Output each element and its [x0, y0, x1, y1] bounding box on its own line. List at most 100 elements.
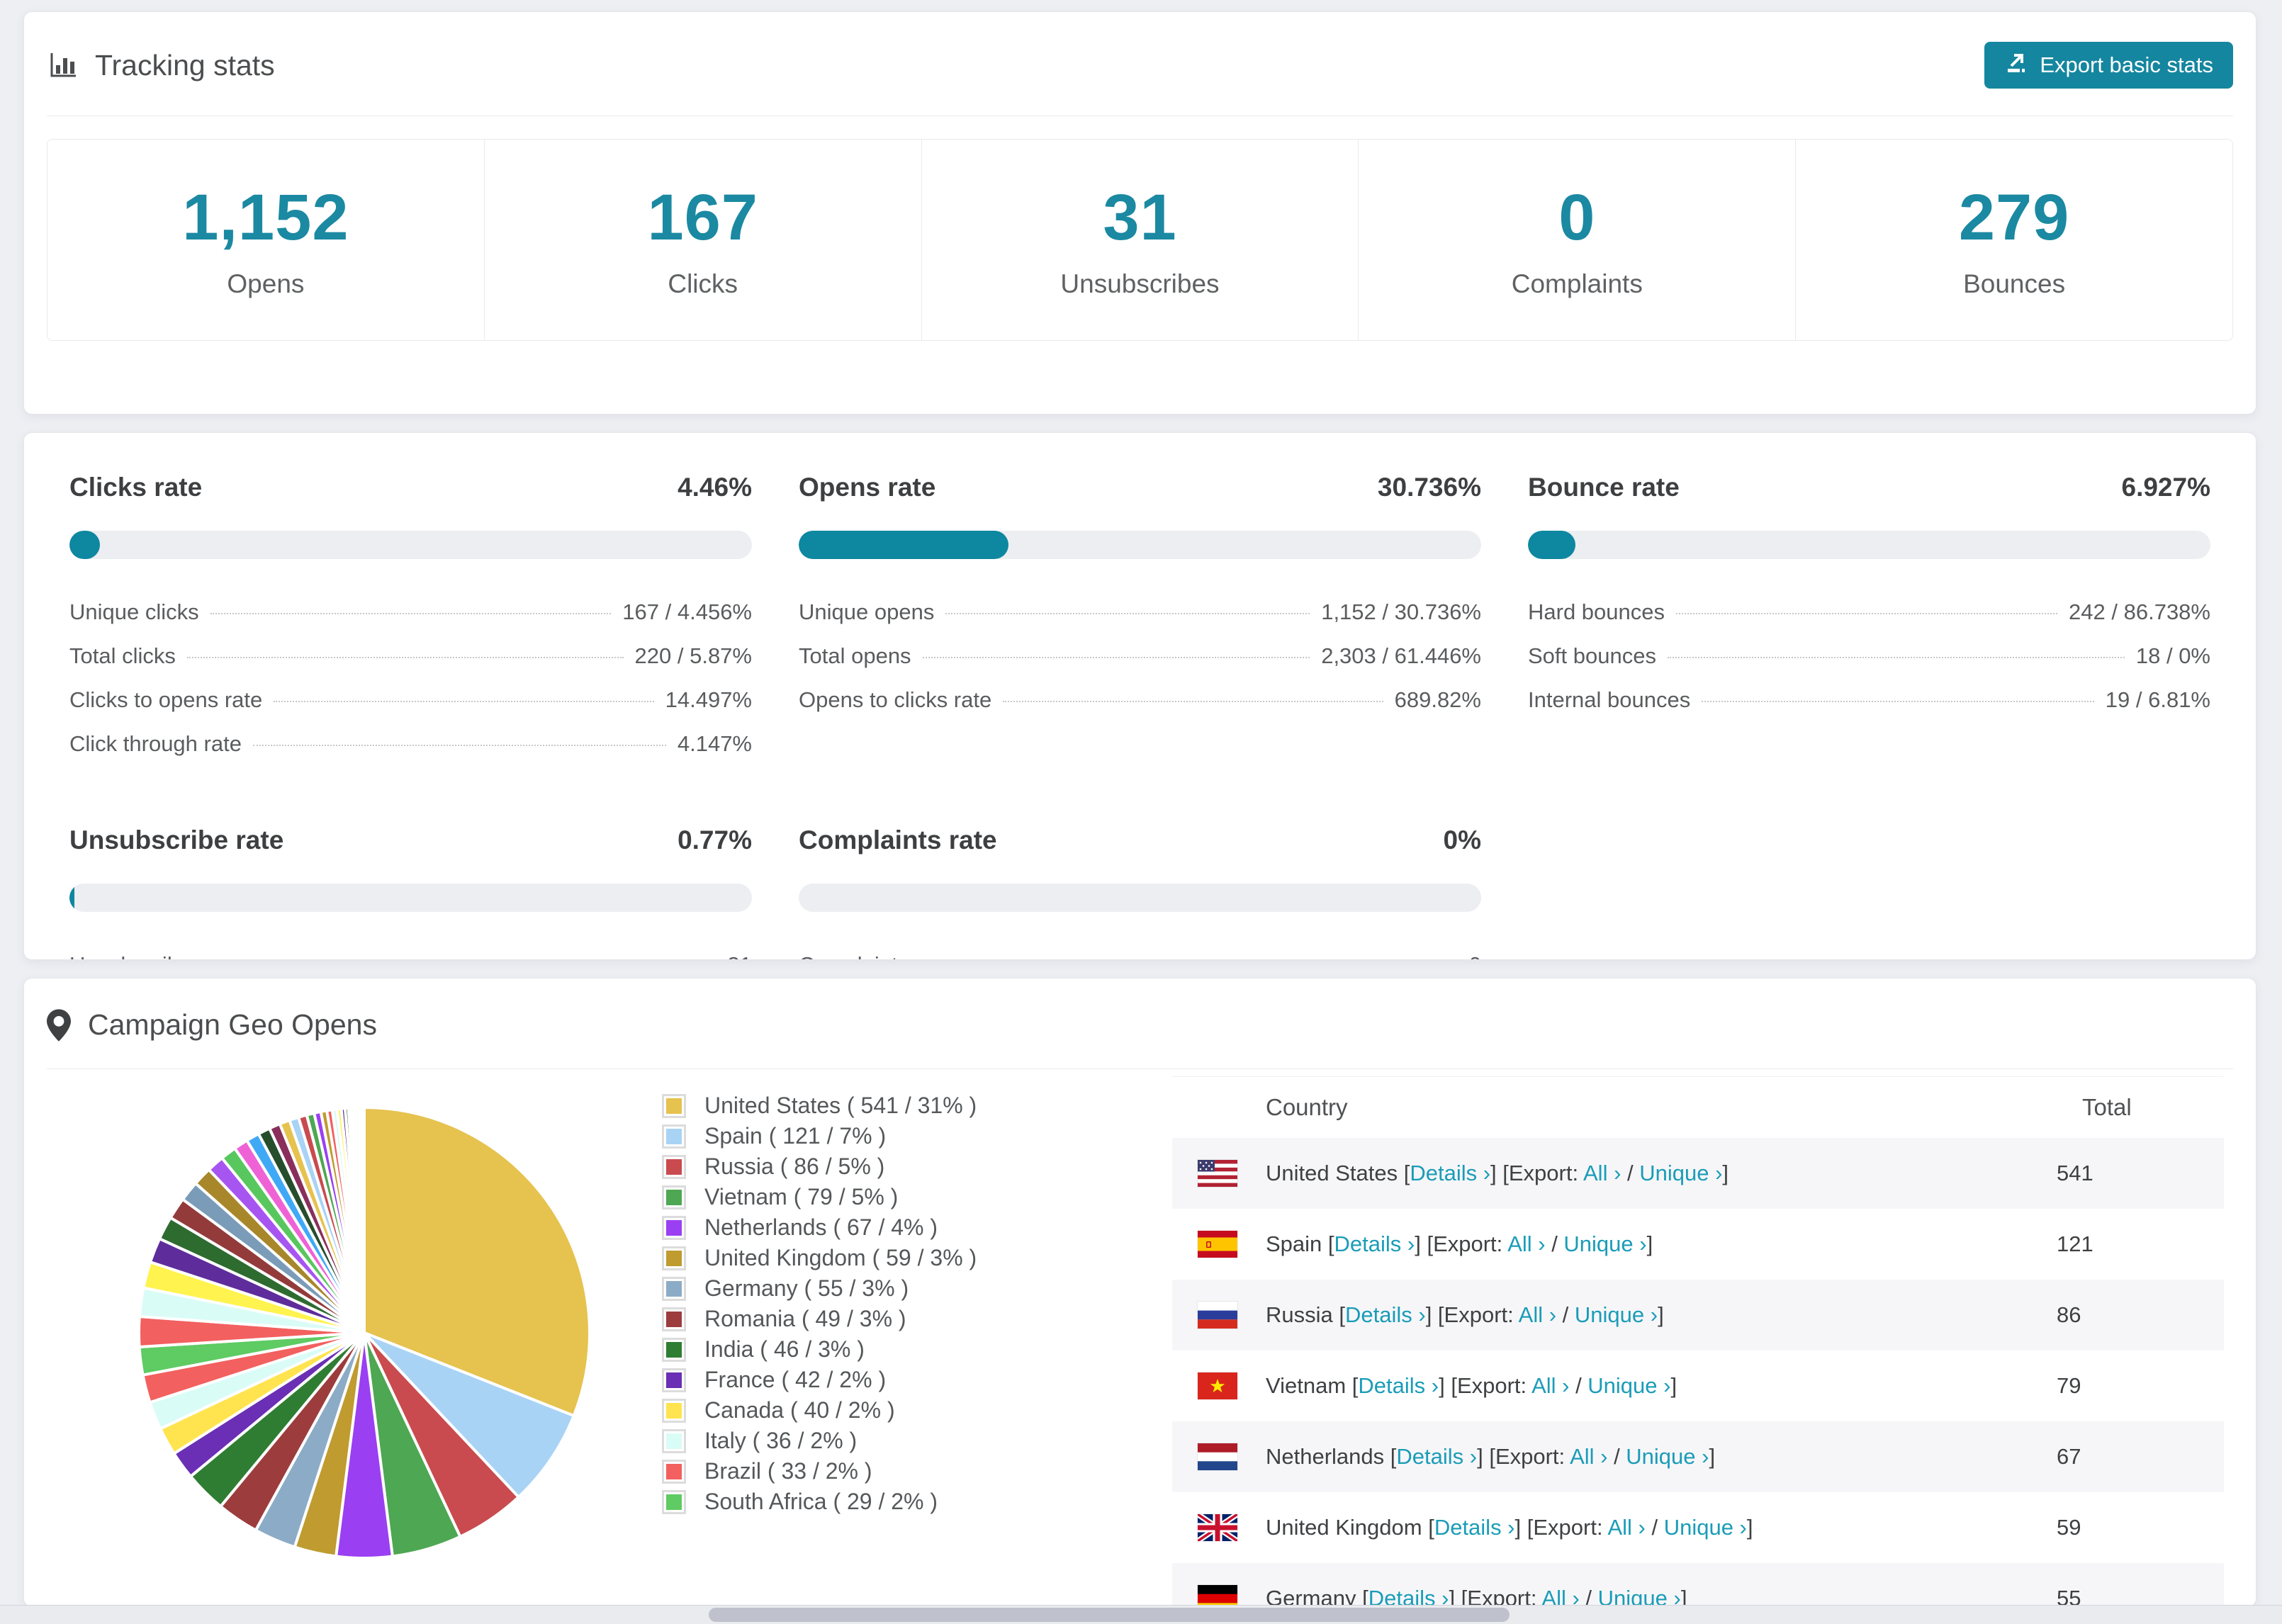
legend-swatch: [662, 1338, 686, 1362]
legend-label: Germany ( 55 / 3% ): [704, 1275, 909, 1302]
export-unique-link[interactable]: Unique ›: [1664, 1515, 1747, 1540]
rate-detail-label: Opens to clicks rate: [799, 687, 991, 713]
export-basic-stats-button[interactable]: Export basic stats: [1984, 42, 2233, 89]
details-link[interactable]: Details ›: [1358, 1373, 1439, 1398]
legend-swatch: [662, 1246, 686, 1270]
table-row-es: Spain [Details ›] [Export: All › / Uniqu…: [1172, 1209, 2224, 1280]
stat-value: 279: [1959, 181, 2070, 255]
stat-cell-complaints: 0Complaints: [1359, 140, 1796, 340]
rate-detail-value: 220 / 5.87%: [635, 643, 752, 669]
rate-detail-label: Total clicks: [69, 643, 176, 669]
export-all-link[interactable]: All ›: [1570, 1444, 1607, 1469]
stat-value: 31: [1103, 181, 1176, 255]
legend-label: India ( 46 / 3% ): [704, 1336, 865, 1363]
legend-item-united-states: United States ( 541 / 31% ): [662, 1090, 977, 1121]
column-header-total: Total: [2082, 1094, 2224, 1121]
rate-section-complaints-rate: Complaints rate0%Complaints0: [799, 825, 1481, 960]
export-all-link[interactable]: All ›: [1541, 1586, 1579, 1607]
country-name: Germany: [1266, 1586, 1362, 1607]
legend-swatch: [662, 1094, 686, 1118]
scrollbar-thumb[interactable]: [709, 1608, 1510, 1622]
export-all-link[interactable]: All ›: [1583, 1161, 1621, 1185]
country-name: Spain: [1266, 1231, 1328, 1256]
details-link[interactable]: Details ›: [1368, 1586, 1449, 1607]
page-title: Tracking stats: [95, 49, 275, 82]
rate-detail-row: Click through rate4.147%: [69, 722, 752, 766]
rate-detail-value: 19 / 6.81%: [2106, 687, 2210, 713]
stat-cell-bounces: 279Bounces: [1796, 140, 2232, 340]
rate-detail-row: Complaints0: [799, 943, 1481, 960]
legend-label: Russia ( 86 / 5% ): [704, 1154, 884, 1180]
country-flag-vn-icon: [1198, 1372, 1237, 1399]
rate-detail-value: 4.147%: [678, 731, 752, 757]
legend-item-vietnam: Vietnam ( 79 / 5% ): [662, 1182, 977, 1212]
rate-title: Opens rate: [799, 473, 935, 502]
separator-text: /: [1556, 1302, 1575, 1327]
export-unique-link[interactable]: Unique ›: [1587, 1373, 1670, 1398]
export-unique-link[interactable]: Unique ›: [1563, 1231, 1646, 1256]
details-link[interactable]: Details ›: [1434, 1515, 1515, 1540]
country-flag-ru-icon: [1198, 1302, 1237, 1329]
details-link[interactable]: Details ›: [1334, 1231, 1415, 1256]
stat-value: 167: [647, 181, 758, 255]
stat-label: Complaints: [1512, 269, 1643, 299]
campaign-geo-opens-panel: Campaign Geo Opens United States ( 541 /…: [23, 978, 2256, 1607]
rates-grid-top: Clicks rate4.46%Unique clicks167 / 4.456…: [69, 473, 2210, 766]
bracket-text: ]: [1681, 1586, 1687, 1607]
details-link[interactable]: Details ›: [1396, 1444, 1477, 1469]
legend-item-india: India ( 46 / 3% ): [662, 1334, 977, 1365]
legend-label: United States ( 541 / 31% ): [704, 1093, 977, 1119]
rate-detail-row: Unsubscribes31: [69, 943, 752, 960]
export-unique-link[interactable]: Unique ›: [1598, 1586, 1681, 1607]
tracking-stats-panel: Tracking stats Export basic stats 1,152 O…: [23, 11, 2256, 415]
country-flag-us-icon: [1198, 1160, 1237, 1187]
dotted-leader: [210, 613, 612, 614]
rate-detail-row: Unique clicks 167 / 4.456%: [69, 590, 752, 634]
separator-text: /: [1546, 1231, 1564, 1256]
table-row-us: United States [Details ›] [Export: All ›…: [1172, 1138, 2224, 1209]
geo-content: United States ( 541 / 31% )Spain ( 121 /…: [24, 1069, 2256, 1599]
export-unique-link[interactable]: Unique ›: [1575, 1302, 1658, 1327]
rate-detail-label: Unique clicks: [69, 599, 199, 625]
export-icon: [2004, 50, 2028, 80]
stat-cell-unsubscribes: 31 Unsubscribes: [922, 140, 1359, 340]
horizontal-scrollbar[interactable]: [0, 1605, 2282, 1624]
export-unique-link[interactable]: Unique ›: [1626, 1444, 1709, 1469]
legend-label: France ( 42 / 2% ): [704, 1367, 886, 1393]
separator-text: /: [1607, 1444, 1626, 1469]
map-pin-icon: [47, 1009, 71, 1042]
legend-item-south-africa: South Africa ( 29 / 2% ): [662, 1487, 977, 1517]
table-row-gb: United Kingdom [Details ›] [Export: All …: [1172, 1492, 2224, 1563]
rates-grid-bottom: Unsubscribe rate0.77%Unsubscribes31Compl…: [69, 825, 2210, 960]
details-link[interactable]: Details ›: [1345, 1302, 1426, 1327]
stat-cell-clicks: 167Clicks: [485, 140, 922, 340]
separator-text: /: [1621, 1161, 1639, 1185]
rate-detail-value: 167 / 4.456%: [622, 599, 752, 625]
country-name: Vietnam: [1266, 1373, 1352, 1398]
export-all-link[interactable]: All ›: [1607, 1515, 1645, 1540]
bracket-text: ]: [1747, 1515, 1753, 1540]
export-all-link[interactable]: All ›: [1531, 1373, 1569, 1398]
export-all-link[interactable]: All ›: [1519, 1302, 1556, 1327]
legend-swatch: [662, 1277, 686, 1301]
rate-header: Bounce rate6.927%: [1528, 473, 2210, 502]
rate-progress-track: [799, 531, 1481, 559]
bracket-text: ]: [1722, 1161, 1729, 1185]
legend-label: South Africa ( 29 / 2% ): [704, 1489, 938, 1515]
bracket-text: ]: [1709, 1444, 1715, 1469]
stat-value: 1,152: [182, 181, 349, 255]
export-all-link[interactable]: All ›: [1507, 1231, 1545, 1256]
export-unique-link[interactable]: Unique ›: [1639, 1161, 1722, 1185]
geo-table: Country Total United States [Details ›] …: [1172, 1076, 2224, 1607]
legend-label: Romania ( 49 / 3% ): [704, 1306, 906, 1332]
geo-header: Campaign Geo Opens: [24, 979, 2256, 1068]
details-link[interactable]: Details ›: [1410, 1161, 1490, 1185]
dotted-leader: [1668, 657, 2125, 658]
legend-item-canada: Canada ( 40 / 2% ): [662, 1395, 977, 1426]
rate-detail-row: Internal bounces19 / 6.81%: [1528, 678, 2210, 722]
stat-label: Unsubscribes: [1060, 269, 1219, 299]
rate-title: Bounce rate: [1528, 473, 1680, 502]
stat-label: Opens: [227, 269, 304, 299]
legend-label: Brazil ( 33 / 2% ): [704, 1458, 872, 1484]
legend-swatch: [662, 1155, 686, 1179]
